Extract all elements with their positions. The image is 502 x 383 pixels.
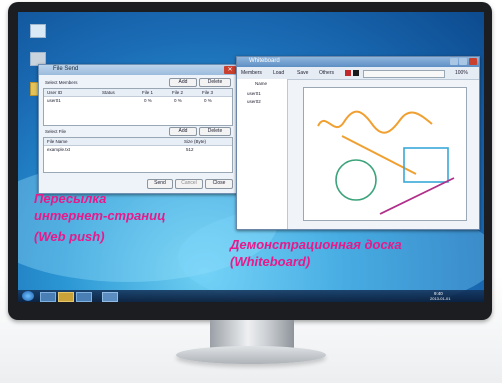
- drawing-tools-strip[interactable]: [363, 70, 445, 78]
- file-send-window: File Send ✕ Select Members Add Delete Us…: [38, 64, 238, 194]
- row-file-name: example.txt: [47, 147, 71, 152]
- taskbar-folder-icon[interactable]: [58, 292, 74, 302]
- add-member-button[interactable]: Add: [169, 78, 197, 87]
- add-file-button[interactable]: Add: [169, 127, 197, 136]
- purple-line: [379, 177, 455, 215]
- col-size: Size (Byte): [184, 139, 207, 144]
- delete-member-button[interactable]: Delete: [199, 78, 231, 87]
- close-window-button[interactable]: ✕: [224, 66, 236, 74]
- whiteboard-titlebar[interactable]: Whiteboard: [237, 57, 479, 67]
- whiteboard-canvas[interactable]: [303, 87, 467, 221]
- files-table[interactable]: File Name Size (Byte) example.txt 512: [43, 137, 233, 173]
- taskbar-app-icon[interactable]: [102, 292, 118, 302]
- whiteboard-drawing: [317, 110, 455, 215]
- files-header: File Name Size (Byte): [44, 138, 232, 146]
- list-item[interactable]: user02: [247, 99, 261, 104]
- col-user-id: User ID: [47, 90, 63, 95]
- row-file3: 0 %: [204, 98, 212, 103]
- whiteboard-window: Whiteboard Members Load Save Others 100%…: [236, 56, 480, 230]
- toolbar-save[interactable]: Save: [297, 70, 308, 76]
- file-send-title: File Send: [53, 66, 79, 72]
- send-button[interactable]: Send: [147, 179, 173, 189]
- toolbar-load[interactable]: Load: [273, 70, 284, 76]
- col-file-name: File Name: [47, 139, 68, 144]
- participants-list[interactable]: Name user01 user02: [237, 79, 288, 229]
- caption-line: Пересылка: [34, 191, 107, 206]
- zoom-level[interactable]: 100%: [455, 70, 468, 76]
- caption-line: (Web push): [34, 229, 105, 244]
- list-header: Name: [255, 81, 268, 86]
- list-item[interactable]: user01: [247, 91, 261, 96]
- minimize-icon[interactable]: [450, 58, 458, 65]
- col-file3: File 3: [202, 90, 214, 95]
- row-user: user01: [47, 98, 61, 103]
- members-table[interactable]: User ID Status File 1 File 2 File 3 user…: [43, 88, 233, 126]
- select-members-label: Select Members: [45, 80, 78, 85]
- members-header: User ID Status File 1 File 2 File 3: [44, 89, 232, 97]
- whiteboard-caption: Демонстрационная доска (Whiteboard): [230, 236, 402, 270]
- whiteboard-title: Whiteboard: [249, 58, 280, 64]
- col-file1: File 1: [142, 90, 154, 95]
- caption-line: интернет-страниц: [34, 208, 166, 223]
- select-file-label: Select File: [45, 129, 67, 134]
- blue-rectangle: [403, 147, 449, 183]
- taskbar-app-icon[interactable]: [76, 292, 92, 302]
- close-icon[interactable]: [469, 58, 477, 65]
- start-button-icon[interactable]: [22, 291, 34, 301]
- caption-line: (Whiteboard): [230, 254, 311, 269]
- table-row[interactable]: example.txt 512: [44, 146, 232, 153]
- monitor-stand-base: [176, 346, 326, 364]
- close-button[interactable]: Close: [205, 179, 233, 189]
- cancel-button[interactable]: Cancel: [175, 179, 203, 189]
- orange-line: [341, 135, 417, 175]
- green-circle: [335, 159, 377, 201]
- taskbar: 9:40 2013-01-01: [18, 290, 484, 302]
- col-file2: File 2: [172, 90, 184, 95]
- row-file-size: 512: [186, 147, 194, 152]
- toolbar-members[interactable]: Members: [241, 70, 262, 76]
- taskbar-app-icon[interactable]: [40, 292, 56, 302]
- col-status: Status: [102, 90, 115, 95]
- row-file2: 0 %: [174, 98, 182, 103]
- desktop-computer-icon[interactable]: [30, 24, 46, 38]
- row-file1: 0 %: [144, 98, 152, 103]
- toolbar-others[interactable]: Others: [319, 70, 334, 76]
- file-send-titlebar[interactable]: File Send ✕: [39, 65, 237, 75]
- taskbar-clock-date[interactable]: 2013-01-01: [430, 296, 450, 301]
- orange-squiggle: [317, 110, 433, 134]
- delete-file-button[interactable]: Delete: [199, 127, 231, 136]
- color-swatch-icon[interactable]: [345, 70, 351, 76]
- web-push-caption: Пересылка интернет-страниц (Web push): [34, 190, 165, 245]
- maximize-icon[interactable]: [459, 58, 467, 65]
- color-swatch-icon[interactable]: [353, 70, 359, 76]
- table-row[interactable]: user01 0 % 0 % 0 %: [44, 97, 232, 104]
- caption-line: Демонстрационная доска: [230, 237, 402, 252]
